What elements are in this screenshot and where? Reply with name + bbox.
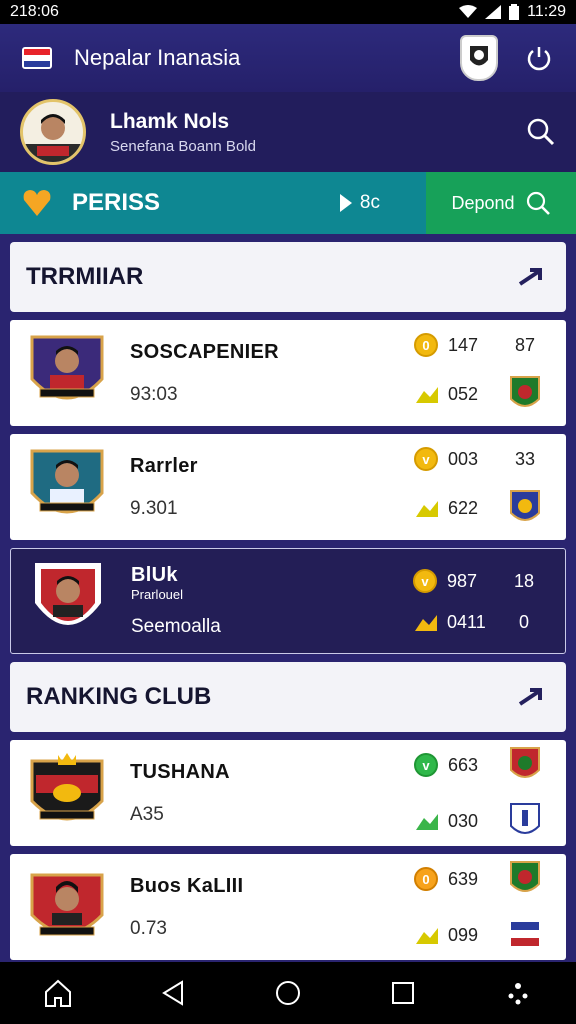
- club-badge-icon: [510, 861, 540, 892]
- battery-icon: [509, 4, 520, 20]
- arrow-right-icon[interactable]: [518, 266, 546, 288]
- coin-icon: 0: [414, 333, 438, 357]
- player-portrait-icon: [23, 114, 83, 162]
- flag-icon: [22, 47, 52, 69]
- trend-up-icon: [416, 387, 438, 403]
- profile-bar: Lhamk Nols Senefana Boann Bold: [0, 92, 576, 172]
- stat-value: 052: [448, 383, 479, 404]
- trend-up-icon: [415, 615, 437, 631]
- app-title: Nepalar Inanasia: [74, 45, 241, 70]
- section-title: TRRMIIAR: [26, 263, 144, 290]
- flag-badge-icon: [511, 922, 539, 946]
- arrow-right-icon[interactable]: [518, 686, 546, 708]
- stat-rank: 33: [514, 448, 536, 469]
- search-icon[interactable]: [526, 117, 556, 147]
- stat-value: 639: [448, 868, 479, 889]
- club-badge-icon[interactable]: [460, 35, 498, 81]
- coin-icon: v: [413, 569, 437, 593]
- card-name: BlUk: [131, 564, 178, 586]
- wifi-icon: [459, 5, 478, 18]
- profile-subtitle: Senefana Boann Bold: [110, 137, 256, 155]
- card-subtitle: Prarlouel: [131, 587, 184, 602]
- card-meta: A35: [130, 803, 164, 825]
- promo-title: PERISS: [72, 189, 161, 216]
- club-shield-icon: [30, 335, 104, 400]
- assistant-icon: [508, 983, 528, 1005]
- coin-icon: v: [414, 447, 438, 471]
- power-icon[interactable]: [524, 43, 554, 73]
- list-item[interactable]: Buos KaLIII 0.73 0 639 099: [10, 854, 566, 960]
- trend-up-icon: [416, 814, 438, 830]
- deposit-button[interactable]: Depond: [426, 172, 576, 234]
- search-icon: [526, 191, 550, 215]
- stat-value: 003: [448, 448, 479, 469]
- heart-icon: [23, 190, 51, 216]
- back-icon: [161, 980, 183, 1006]
- home-button[interactable]: [28, 968, 88, 1018]
- recents-icon: [392, 982, 415, 1004]
- status-time: 218:06: [10, 3, 59, 20]
- signal-icon: [485, 5, 502, 19]
- stat-rank: 18: [513, 570, 535, 591]
- club-badge-icon: [510, 376, 540, 407]
- circle-icon: [275, 981, 300, 1005]
- back-button[interactable]: [143, 968, 203, 1018]
- club-shield-icon: [30, 873, 104, 936]
- promo-bar: PERISS 8c Depond: [0, 172, 576, 234]
- card-meta: 9.301: [130, 497, 178, 519]
- stat-value: 0411: [447, 611, 486, 632]
- card-meta: 0.73: [130, 917, 167, 939]
- list-item[interactable]: Rarrler 9.301 v 003 33 622: [10, 434, 566, 540]
- app-header: Nepalar Inanasia: [0, 24, 576, 92]
- card-meta: 93:03: [130, 383, 178, 405]
- stat-value: 987: [447, 570, 478, 591]
- card-name: Buos KaLIII: [130, 874, 244, 897]
- stat-value: 147: [448, 334, 479, 355]
- trend-up-icon: [416, 501, 438, 517]
- home-icon: [44, 979, 71, 1007]
- stat-value: 622: [448, 497, 479, 518]
- club-badge-icon: [510, 490, 540, 521]
- system-nav-bar: [0, 962, 576, 1024]
- section-header[interactable]: TRRMIIAR: [10, 242, 566, 312]
- avatar[interactable]: [20, 99, 86, 165]
- list-item-selected[interactable]: BlUk Prarlouel Seemoalla v 987 18 0411 0: [10, 548, 566, 654]
- club-badge-icon: [510, 803, 540, 834]
- list-item[interactable]: SOSCAPENIER 93:03 0 147 87 052: [10, 320, 566, 426]
- club-crest-icon: [470, 46, 488, 66]
- profile-name: Lhamk Nols: [110, 109, 230, 133]
- list-item[interactable]: TUSHANA A35 v 663 030: [10, 740, 566, 846]
- home-circle-button[interactable]: [258, 968, 318, 1018]
- stat-value: 030: [448, 810, 479, 831]
- promo-banner[interactable]: PERISS 8c: [0, 172, 426, 234]
- status-bar: 218:06 11:29: [0, 0, 576, 24]
- coin-icon: 0: [414, 867, 438, 891]
- play-button[interactable]: 8c: [339, 192, 380, 214]
- section-title: RANKING CLUB: [26, 683, 212, 710]
- section-header[interactable]: RANKING CLUB: [10, 662, 566, 732]
- deposit-label: Depond: [451, 192, 515, 213]
- card-name: TUSHANA: [130, 760, 230, 783]
- club-shield-icon: [30, 753, 104, 821]
- card-meta: Seemoalla: [131, 616, 221, 637]
- content-list[interactable]: TRRMIIAR SOSCAPENIER 93:03 0 147 87 052: [10, 242, 566, 962]
- play-icon: [339, 194, 352, 212]
- play-count: 8c: [359, 192, 380, 213]
- coin-icon: v: [414, 753, 438, 777]
- stat-value: 663: [448, 754, 479, 775]
- card-name: Rarrler: [130, 454, 198, 477]
- club-shield-icon: [35, 563, 101, 625]
- trend-up-icon: [416, 928, 438, 944]
- card-name: SOSCAPENIER: [130, 340, 279, 363]
- stat-value: 099: [448, 924, 479, 945]
- status-clock: 11:29: [527, 3, 566, 20]
- club-badge-icon: [510, 747, 540, 778]
- assistant-button[interactable]: [488, 968, 548, 1018]
- club-shield-icon: [30, 449, 104, 514]
- stat-rank: 87: [514, 334, 536, 355]
- recents-button[interactable]: [373, 968, 433, 1018]
- stat-rank: 0: [518, 611, 529, 632]
